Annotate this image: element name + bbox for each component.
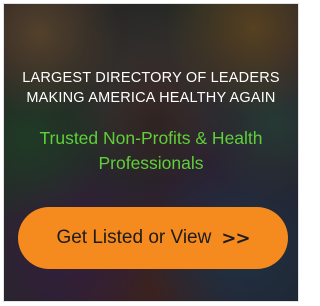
double-chevron-right-icon: >> [221, 227, 250, 249]
subhead-line-2: Professionals [98, 153, 204, 173]
headline-line-2: MAKING AMERICA HEALTHY AGAIN [26, 90, 276, 106]
subhead-line-1: Trusted Non-Profits & Health [39, 128, 263, 148]
headline-line-1: LARGEST DIRECTORY OF LEADERS [22, 70, 280, 86]
cta-label: Get Listed or View [56, 227, 212, 248]
ad-subheadline: Trusted Non-Profits & Health Professiona… [4, 126, 298, 176]
ad-banner[interactable]: LARGEST DIRECTORY OF LEADERS MAKING AMER… [3, 3, 299, 302]
ad-headline: LARGEST DIRECTORY OF LEADERS MAKING AMER… [4, 68, 298, 108]
get-listed-button[interactable]: Get Listed or View >> [18, 207, 288, 269]
